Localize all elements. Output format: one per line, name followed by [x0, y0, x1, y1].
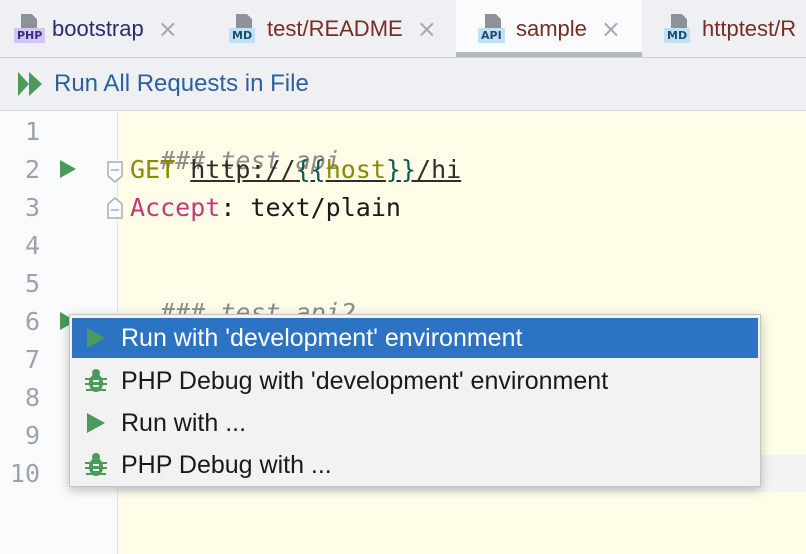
line-number: 5: [24, 269, 40, 298]
header-value: text/plain: [235, 193, 401, 222]
editor-tab-bar: PHP bootstrap × MD test/README × API sam…: [0, 0, 806, 58]
run-all-button[interactable]: Run All Requests in File: [54, 70, 309, 98]
code-line-3: Accept: text/plain: [130, 193, 401, 222]
markdown-file-icon: MD: [229, 13, 259, 44]
tab-label: sample: [516, 15, 587, 41]
markdown-file-icon: MD: [664, 13, 694, 44]
menu-item-label: Run with 'development' environment: [121, 323, 523, 352]
line-number: 7: [24, 345, 40, 374]
run-icon: [84, 410, 108, 436]
request-url[interactable]: http://{{host}}/hi: [190, 155, 461, 184]
line-number: 1: [24, 117, 40, 146]
debug-bug-icon: [84, 368, 108, 394]
tab-bootstrap[interactable]: PHP bootstrap ×: [14, 0, 208, 57]
tab-sample[interactable]: API sample ×: [456, 0, 642, 57]
http-file-icon: API: [478, 13, 508, 44]
debug-bug-icon: [84, 452, 108, 478]
run-request-icon[interactable]: [59, 159, 77, 179]
line-number: 3: [24, 193, 40, 222]
tab-test-readme[interactable]: MD test/README ×: [229, 0, 447, 57]
header-name: Accept: [130, 193, 221, 222]
menu-item-php-debug-development[interactable]: PHP Debug with 'development' environment: [72, 361, 758, 401]
menu-item-label: PHP Debug with ...: [121, 450, 332, 479]
line-number: 2: [24, 155, 40, 184]
tab-label: test/README: [267, 15, 403, 41]
close-icon[interactable]: ×: [158, 15, 178, 43]
line-number: 10: [9, 459, 40, 488]
line-number: 6: [24, 307, 40, 336]
line-number: 8: [24, 383, 40, 412]
tab-label: httptest/R: [702, 15, 797, 41]
close-icon[interactable]: ×: [417, 15, 437, 43]
menu-item-run-development[interactable]: Run with 'development' environment: [72, 318, 758, 358]
run-context-popup: Run with 'development' environment PHP D…: [69, 314, 761, 487]
menu-item-php-debug-with[interactable]: PHP Debug with ...: [72, 445, 758, 485]
close-icon[interactable]: ×: [601, 15, 621, 43]
menu-item-label: PHP Debug with 'development' environment: [121, 366, 609, 395]
fold-start-icon[interactable]: [107, 161, 123, 183]
php-file-icon: PHP: [14, 13, 46, 44]
run-all-toolbar: Run All Requests in File: [0, 58, 806, 111]
line-number: 9: [24, 421, 40, 450]
tab-httptest[interactable]: MD httptest/R: [664, 0, 806, 57]
active-tab-indicator: [456, 52, 642, 57]
line-number: 4: [24, 231, 40, 260]
fold-end-icon[interactable]: [107, 197, 123, 219]
tab-label: bootstrap: [52, 15, 144, 41]
menu-item-label: Run with ...: [121, 408, 247, 437]
http-method: GET: [130, 155, 176, 184]
run-icon: [84, 325, 108, 351]
menu-item-run-with[interactable]: Run with ...: [72, 403, 758, 443]
run-all-icon[interactable]: [16, 69, 46, 99]
code-line-2: GET http://{{host}}/hi: [130, 155, 461, 184]
